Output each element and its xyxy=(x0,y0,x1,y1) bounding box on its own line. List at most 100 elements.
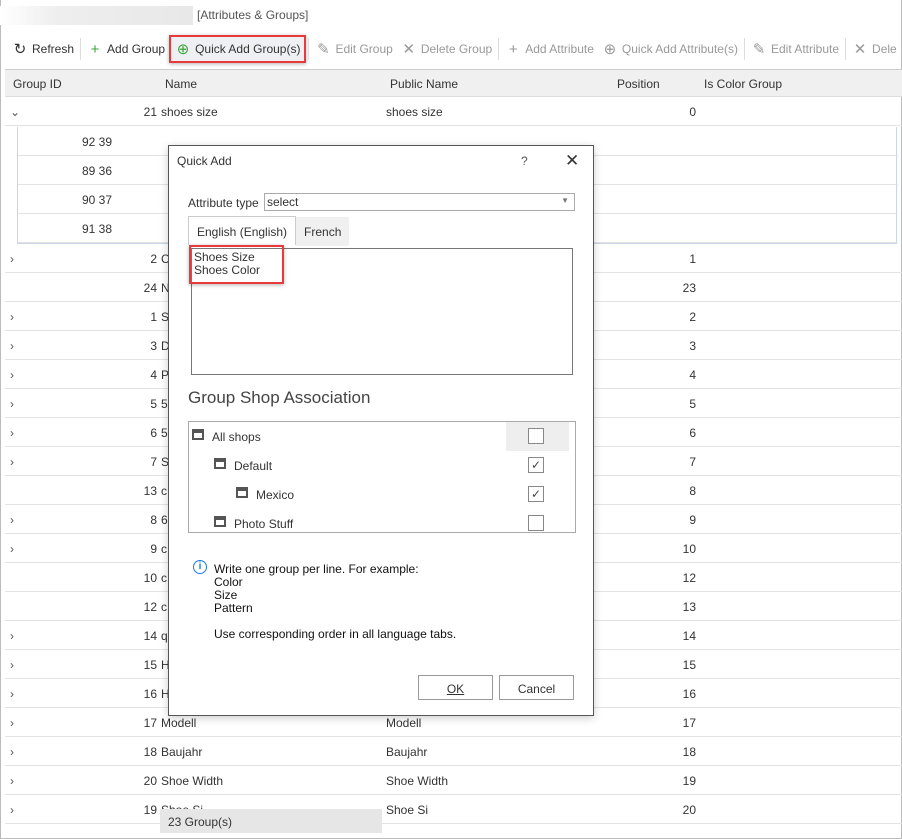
group-id: 4 xyxy=(150,368,157,382)
position: 18 xyxy=(682,745,696,759)
chevron-right-icon[interactable]: › xyxy=(10,455,14,469)
shop-tree-item[interactable]: All shops xyxy=(189,422,575,451)
shop-label: Mexico xyxy=(256,488,295,502)
chevron-right-icon[interactable]: › xyxy=(10,658,14,672)
help-button[interactable]: ? xyxy=(521,154,528,168)
group-name: q xyxy=(161,629,168,643)
quick-add-dialog: Quick Add ? ✕ Attribute type select ▼ Eng… xyxy=(168,145,594,716)
group-name: c xyxy=(161,571,167,585)
dialog-title: Quick Add xyxy=(177,154,232,168)
checkbox-checked[interactable]: ✓ xyxy=(528,486,544,502)
position: 23 xyxy=(682,281,696,295)
info-line: Pattern xyxy=(214,601,253,615)
plus-circle-icon: ⊕ xyxy=(603,41,617,58)
attribute-id-name: 91 38 xyxy=(82,222,113,236)
group-id: 18 xyxy=(143,745,157,759)
toolbar-separator xyxy=(308,38,310,60)
chevron-down-icon[interactable]: ⌄ xyxy=(10,105,20,119)
toolbar-button-label: Refresh xyxy=(32,42,75,56)
chevron-right-icon[interactable]: › xyxy=(10,426,14,440)
shop-tree-item[interactable]: Photo Stuff xyxy=(189,509,575,532)
table-row-expanded[interactable]: ⌄ 21 shoes size shoes size 0 xyxy=(5,97,902,126)
group-id: 5 xyxy=(150,397,157,411)
column-header-position[interactable]: Position xyxy=(617,77,660,91)
plus-icon: + xyxy=(90,40,100,58)
group-id: 10 xyxy=(143,571,157,585)
tab-english[interactable]: English (English) xyxy=(188,216,297,245)
column-header-group-id[interactable]: Group ID xyxy=(13,77,62,91)
toolbar-button-quick-add-group-s[interactable]: ⊕ Quick Add Group(s) xyxy=(169,35,307,63)
refresh-icon: ↻ xyxy=(13,41,27,58)
title-bar: [Attributes & Groups] xyxy=(0,0,902,30)
toolbar-button-delete-group[interactable]: ✕ Delete Group xyxy=(397,35,496,63)
info-line: Color xyxy=(214,575,243,589)
chevron-right-icon[interactable]: › xyxy=(10,629,14,643)
column-header-name[interactable]: Name xyxy=(165,77,197,91)
chevron-right-icon[interactable]: › xyxy=(10,252,14,266)
position: 20 xyxy=(682,803,696,817)
toolbar-button-dele[interactable]: ✕ Dele xyxy=(848,35,901,63)
chevron-right-icon[interactable]: › xyxy=(10,542,14,556)
checkbox-unchecked[interactable] xyxy=(528,515,544,531)
group-id: 6 xyxy=(150,426,157,440)
pencil-icon: ✎ xyxy=(752,41,766,58)
toolbar-button-add-attribute[interactable]: + Add Attribute xyxy=(501,35,598,63)
chevron-right-icon[interactable]: › xyxy=(10,397,14,411)
shop-tree-item[interactable]: Default ✓ xyxy=(189,451,575,480)
column-header-is-color-group[interactable]: Is Color Group xyxy=(704,77,782,91)
cancel-button[interactable]: Cancel xyxy=(499,675,574,700)
toolbar-button-label: Delete Group xyxy=(420,42,493,56)
chevron-right-icon[interactable]: › xyxy=(10,745,14,759)
chevron-right-icon[interactable]: › xyxy=(10,310,14,324)
chevron-right-icon[interactable]: › xyxy=(10,368,14,382)
group-id: 17 xyxy=(143,716,157,730)
toolbar-button-add-group[interactable]: + Add Group xyxy=(83,35,169,63)
position: 19 xyxy=(682,774,696,788)
table-row[interactable]: › 18 Baujahr Baujahr 18 xyxy=(5,737,902,766)
toolbar-button-refresh[interactable]: ↻ Refresh xyxy=(8,35,78,63)
column-header-public-name[interactable]: Public Name xyxy=(390,77,458,91)
table-row[interactable]: › 20 Shoe Width Shoe Width 19 xyxy=(5,766,902,795)
group-name: c xyxy=(161,484,167,498)
ok-button[interactable]: OK xyxy=(418,675,493,700)
attribute-type-select[interactable]: select ▼ xyxy=(264,193,575,211)
chevron-right-icon[interactable]: › xyxy=(10,774,14,788)
chevron-right-icon[interactable]: › xyxy=(10,803,14,817)
close-button[interactable]: ✕ xyxy=(565,151,579,171)
attribute-id-name: 89 36 xyxy=(82,164,113,178)
chevron-right-icon[interactable]: › xyxy=(10,716,14,730)
position: 4 xyxy=(689,368,696,382)
toolbar-button-quick-add-attribute-s[interactable]: ⊕ Quick Add Attribute(s) xyxy=(598,35,742,63)
position: 17 xyxy=(682,716,696,730)
group-id: 21 xyxy=(143,105,157,119)
window-title: [Attributes & Groups] xyxy=(197,8,309,22)
chevron-right-icon[interactable]: › xyxy=(10,513,14,527)
toolbar-separator xyxy=(845,38,847,60)
blurred-title-area xyxy=(0,6,193,25)
position: 5 xyxy=(689,397,696,411)
shop-tree-item[interactable]: Mexico ✓ xyxy=(189,480,575,509)
position: 2 xyxy=(689,310,696,324)
toolbar-button-label: Edit Attribute xyxy=(770,42,840,56)
position: 12 xyxy=(682,571,696,585)
position: 15 xyxy=(682,658,696,672)
table-row[interactable]: ›19Shoe SiShoe Si20 xyxy=(5,795,902,824)
shop-group-icon xyxy=(236,487,248,498)
shop-label: All shops xyxy=(212,430,261,444)
group-id: 16 xyxy=(143,687,157,701)
toolbar-button-edit-attribute[interactable]: ✎ Edit Attribute xyxy=(747,35,843,63)
checkbox-checked[interactable]: ✓ xyxy=(528,457,544,473)
position: 16 xyxy=(682,687,696,701)
tab-french[interactable]: French xyxy=(296,217,350,246)
chevron-right-icon[interactable]: › xyxy=(10,687,14,701)
group-id: 8 xyxy=(150,513,157,527)
toolbar-button-label: Add Attribute xyxy=(525,42,594,56)
shop-label: Default xyxy=(234,459,273,473)
section-title: Group Shop Association xyxy=(188,388,371,407)
checkbox-unchecked[interactable] xyxy=(528,428,544,444)
plus-icon: + xyxy=(508,40,518,58)
attribute-type-label: Attribute type xyxy=(188,196,259,210)
public-name: Baujahr xyxy=(386,745,428,759)
toolbar-button-edit-group[interactable]: ✎ Edit Group xyxy=(311,35,396,63)
chevron-right-icon[interactable]: › xyxy=(10,339,14,353)
